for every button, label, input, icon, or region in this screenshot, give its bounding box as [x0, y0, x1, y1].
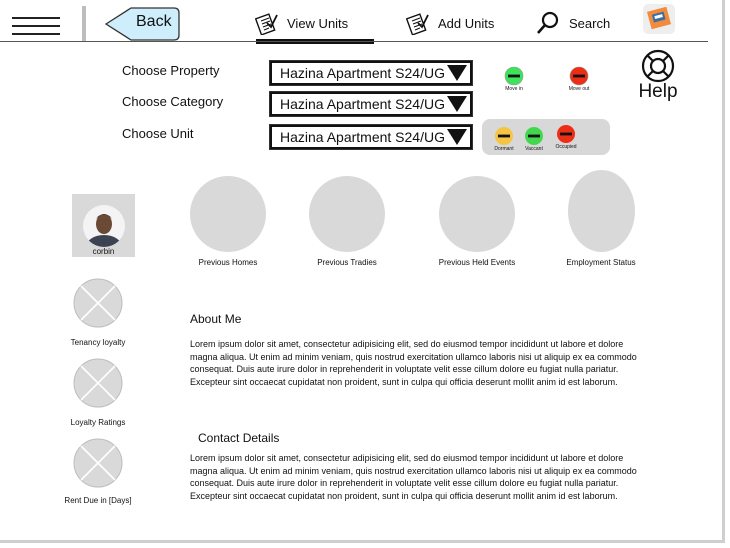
move-in-dot-icon	[504, 66, 524, 86]
chevron-down-icon	[447, 96, 467, 112]
avatar	[83, 205, 125, 247]
rent-due-placeholder	[73, 438, 123, 493]
legend-move-out: Move out	[565, 66, 593, 92]
legend-dormant: Dormant	[492, 126, 516, 152]
stat-employment-status-label: Employment Status	[566, 258, 636, 267]
image-placeholder-icon	[73, 278, 123, 328]
stat-previous-tradies-circle[interactable]	[309, 176, 385, 252]
image-placeholder-icon	[73, 438, 123, 488]
contact-heading: Contact Details	[198, 431, 280, 445]
about-text: Lorem ipsum dolor sit amet, consectetur …	[190, 339, 637, 387]
search-icon	[537, 11, 559, 34]
category-select-value: Hazina Apartment S24/UG	[280, 96, 445, 112]
stat-previous-tradies-label: Previous Tradies	[317, 258, 377, 267]
loyalty-ratings-label: Loyalty Ratings	[70, 418, 126, 427]
help-button[interactable]: Help	[638, 49, 678, 103]
vacant-dot-icon	[525, 127, 543, 145]
move-out-dot-icon	[569, 66, 589, 86]
tenancy-loyalty-placeholder	[73, 278, 123, 333]
clipboard-check-icon	[406, 13, 429, 35]
legend-occupied: Occupied	[554, 124, 578, 150]
rent-due-label: Rent Due in [Days]	[64, 496, 132, 505]
legend-move-in-label: Move in	[505, 86, 523, 92]
legend-vacant: Vaccant	[522, 126, 546, 152]
lifebuoy-icon	[641, 49, 675, 83]
nav-view-units-label: View Units	[287, 15, 349, 31]
legend-vacant-label: Vaccant	[525, 146, 543, 152]
category-select[interactable]: Hazina Apartment S24/UG	[270, 92, 472, 116]
app-logo	[641, 3, 677, 35]
nav-add-units[interactable]: Add Units	[406, 6, 494, 40]
property-select[interactable]: Hazina Apartment S24/UG	[270, 61, 472, 85]
about-heading: About Me	[190, 312, 242, 326]
legend-dormant-label: Dormant	[494, 146, 514, 152]
stat-previous-events-label: Previous Held Events	[438, 258, 516, 267]
nav-search-label: Search	[569, 15, 611, 31]
stat-previous-homes-circle[interactable]	[190, 176, 266, 252]
contact-text: Lorem ipsum dolor sit amet, consectetur …	[190, 453, 637, 501]
tenancy-loyalty-label: Tenancy loyalty	[70, 338, 126, 347]
category-label: Choose Category	[122, 94, 224, 109]
unit-status-legend: Dormant Vaccant Occupied	[482, 119, 610, 155]
nav-add-units-label: Add Units	[438, 15, 495, 31]
profile-name: corbin	[92, 247, 115, 256]
back-button[interactable]: Back	[104, 6, 180, 42]
header-divider-line	[0, 41, 708, 42]
chevron-down-icon	[447, 65, 467, 81]
help-label: Help	[638, 81, 678, 102]
unit-select-value: Hazina Apartment S24/UG	[280, 129, 445, 145]
legend-move-out-label: Move out	[568, 86, 590, 92]
loyalty-ratings-placeholder	[73, 358, 123, 413]
chevron-down-icon	[447, 129, 467, 145]
stat-employment-status-circle[interactable]	[568, 170, 635, 252]
back-label: Back	[136, 13, 172, 30]
occupied-dot-icon	[557, 125, 575, 143]
nav-search[interactable]: Search	[535, 6, 610, 40]
property-select-value: Hazina Apartment S24/UG	[280, 65, 445, 81]
legend-move-in: Move in	[500, 66, 528, 92]
image-placeholder-icon	[73, 358, 123, 408]
property-label: Choose Property	[122, 63, 220, 78]
unit-label: Choose Unit	[122, 126, 194, 141]
stat-previous-homes-label: Previous Homes	[198, 258, 258, 267]
nav-view-units[interactable]: View Units	[255, 6, 348, 40]
stat-previous-events-circle[interactable]	[439, 176, 515, 252]
header-divider	[82, 6, 86, 42]
dormant-dot-icon	[495, 127, 513, 145]
hamburger-menu-icon[interactable]	[12, 17, 60, 37]
clipboard-check-icon	[255, 13, 278, 35]
profile-card[interactable]: corbin	[72, 194, 135, 257]
unit-select[interactable]: Hazina Apartment S24/UG	[270, 125, 472, 149]
legend-occupied-label: Occupied	[555, 144, 577, 150]
